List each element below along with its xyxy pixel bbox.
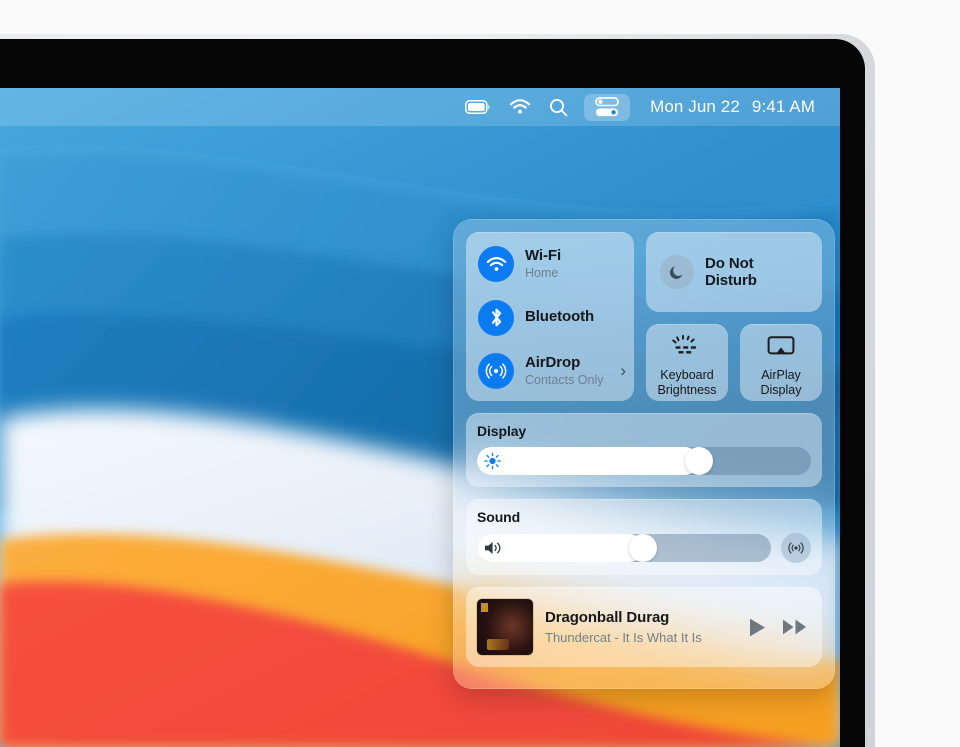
laptop-screen: Mon Jun 22 9:41 AM Wi-Fi Home Bluetooth … [0,88,840,747]
screenshot-stage: Mon Jun 22 9:41 AM Wi-Fi Home Bluetooth … [0,0,960,747]
do-not-disturb-card[interactable]: Do Not Disturb [646,232,822,312]
sound-output-airplay-button[interactable] [781,533,811,563]
now-playing-controls [748,617,808,638]
wifi-text: Wi-Fi Home [525,247,562,280]
wifi-subtitle: Home [525,265,559,280]
sound-slider-wrap [477,533,811,563]
wifi-icon [478,246,514,282]
kb-line-1: Keyboard [660,367,714,382]
control-center-tiles: Keyboard Brightness AirPlay Display [646,324,822,401]
kb-line-2: Brightness [657,382,717,397]
bluetooth-icon [478,299,514,336]
airplay-display-icon [767,332,795,362]
display-slider-knob[interactable] [685,447,714,475]
display-slider-wrap [477,447,811,475]
control-center-panel: Wi-Fi Home Bluetooth AirDrop Contacts On… [453,219,835,689]
bluetooth-row[interactable]: Bluetooth [478,299,622,336]
wifi-row[interactable]: Wi-Fi Home [478,246,622,282]
now-playing-card: Dragonball Durag Thundercat - It Is What… [466,587,822,667]
sound-volume-slider[interactable] [477,534,771,562]
album-artwork [477,599,533,655]
airdrop-icon [478,353,514,389]
now-playing-meta: Dragonball Durag Thundercat - It Is What… [545,609,748,646]
bluetooth-text: Bluetooth [525,308,595,326]
airplay-display-label: AirPlay Display [761,368,802,398]
now-playing-title: Dragonball Durag [545,608,670,626]
menubar-clock[interactable]: 9:41 AM [752,97,815,117]
airplay-display-tile[interactable]: AirPlay Display [740,324,822,401]
keyboard-brightness-tile[interactable]: Keyboard Brightness [646,324,728,401]
menu-bar: Mon Jun 22 9:41 AM [0,88,840,126]
display-title: Display [477,423,527,439]
sound-title: Sound [477,509,521,525]
airdrop-subtitle: Contacts Only [525,372,604,387]
brightness-icon [484,452,501,470]
wifi-title: Wi-Fi [525,247,562,265]
keyboard-brightness-icon [670,332,704,362]
ap-line-2: Display [760,382,802,397]
bluetooth-title: Bluetooth [525,308,595,326]
display-card: Display [466,413,822,487]
control-center-icon[interactable] [584,93,631,121]
sound-card: Sound [466,499,822,575]
airdrop-text: AirDrop Contacts Only [525,354,604,387]
connectivity-card: Wi-Fi Home Bluetooth AirDrop Contacts On… [466,232,634,401]
display-slider-fill [477,447,700,475]
sound-slider-knob[interactable] [628,534,657,562]
menubar-date[interactable]: Mon Jun 22 [650,97,740,117]
display-brightness-slider[interactable] [477,447,811,475]
play-icon[interactable] [748,617,767,638]
airdrop-title: AirDrop [525,354,581,372]
ap-line-1: AirPlay [761,367,801,382]
dnd-line-1: Do Not [705,254,754,272]
control-center-right-column: Do Not Disturb Keyboard Brightness AirPl… [646,232,822,401]
moon-icon [660,255,694,289]
now-playing-subtitle: Thundercat - It Is What It Is [545,629,702,645]
do-not-disturb-label: Do Not Disturb [705,255,757,290]
battery-icon[interactable] [465,100,491,114]
spotlight-search-icon[interactable] [549,98,568,117]
control-center-top-row: Wi-Fi Home Bluetooth AirDrop Contacts On… [466,232,822,401]
wifi-icon[interactable] [509,99,531,115]
chevron-right-icon[interactable]: › [620,361,626,381]
airdrop-row[interactable]: AirDrop Contacts Only › [478,353,626,389]
dnd-line-2: Disturb [705,272,757,289]
keyboard-brightness-label: Keyboard Brightness [657,368,716,398]
fast-forward-icon[interactable] [782,618,808,636]
speaker-icon [484,540,504,556]
